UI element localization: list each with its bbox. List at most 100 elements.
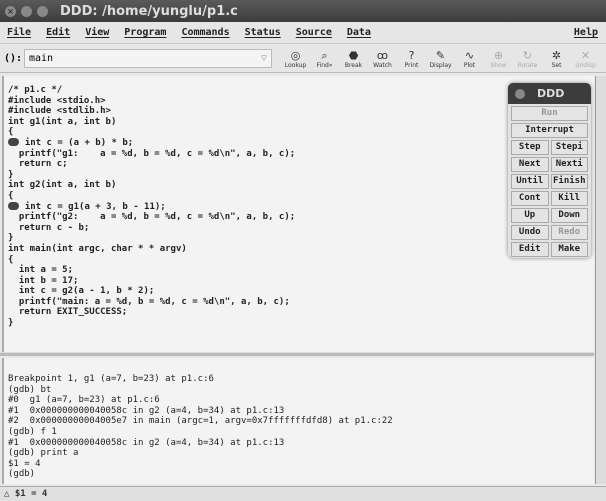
kill-button[interactable]: Kill	[550, 191, 588, 206]
menu-source[interactable]: Source	[296, 27, 332, 38]
menu-data[interactable]: Data	[347, 27, 371, 38]
console-line: (gdb) print a	[8, 448, 79, 459]
source-text: printf("g2: a = %d, b = %d, c = %d\n", a…	[8, 212, 296, 223]
button-label: Show	[490, 61, 507, 69]
source-text: }	[8, 169, 14, 180]
button-label: Undisp	[575, 61, 596, 69]
cont-button[interactable]: Cont	[511, 191, 549, 206]
gdb-console[interactable]: Breakpoint 1, g1 (a=7, b=23) at p1.c:6 (g…	[2, 358, 594, 484]
set-button[interactable]: ✲ Set	[543, 49, 570, 69]
source-text: /* p1.c */	[8, 85, 63, 95]
menu-program[interactable]: Program	[124, 27, 166, 38]
button-label: Break	[344, 61, 363, 69]
button-label: Plot	[463, 61, 476, 69]
make-button[interactable]: Make	[550, 242, 588, 257]
console-line: (gdb)	[8, 469, 41, 480]
status-bar: △ $1 = 4	[0, 486, 606, 501]
source-text: int main(int argc, char * * argv)	[8, 243, 187, 254]
source-text: return EXIT_SUCCESS;	[8, 307, 128, 318]
source-window[interactable]: /* p1.c */#include <stdio.h> #include <st…	[2, 76, 594, 352]
menu-status[interactable]: Status	[245, 27, 281, 38]
button-label: Find»	[316, 61, 333, 69]
panel-title: DDD	[537, 87, 565, 100]
argument-input[interactable]: main ▽	[24, 49, 272, 68]
stepi-button[interactable]: Stepi	[550, 140, 588, 155]
find-button[interactable]: ⌕ Find»	[311, 49, 338, 69]
menu-file[interactable]: File	[7, 27, 31, 38]
argument-value: main	[29, 53, 54, 64]
source-text: {	[8, 190, 14, 201]
menu-commands[interactable]: Commands	[181, 27, 229, 38]
menu-view[interactable]: View	[85, 27, 109, 38]
source-text: printf("g1: a = %d, b = %d, c = %d\n", a…	[8, 148, 296, 159]
edit-button[interactable]: Edit	[511, 242, 549, 257]
source-line: }	[8, 170, 594, 181]
source-line: {	[8, 127, 594, 138]
display-icon: ✎	[435, 48, 446, 62]
source-line: }	[8, 318, 594, 329]
button-label: Display	[429, 61, 452, 69]
source-line: return c;	[8, 159, 594, 170]
undisp-button[interactable]: ✕ Undisp	[572, 49, 599, 69]
break-button[interactable]: ⬣ Break	[340, 49, 367, 69]
finish-button[interactable]: Finish	[550, 174, 588, 189]
maximize-window-button[interactable]	[37, 5, 48, 17]
console-line: Breakpoint 1, g1 (a=7, b=23) at p1.c:6	[8, 374, 214, 384]
source-text: }	[8, 233, 14, 244]
source-line: int a = 5;	[8, 265, 594, 276]
source-text: int c = (a + b) * b;	[14, 137, 134, 148]
menu-help[interactable]: Help	[574, 27, 598, 38]
source-line: }	[8, 233, 594, 244]
step-button[interactable]: Step	[511, 140, 549, 155]
source-line: int g2(int a, int b)	[8, 180, 594, 191]
watch-button[interactable]: ꝏ Watch	[369, 49, 396, 69]
panel-header: DDD	[508, 83, 591, 104]
source-line: {	[8, 255, 594, 266]
source-line: int g1(int a, int b)	[8, 117, 594, 128]
menu-edit[interactable]: Edit	[46, 27, 70, 38]
command-tool-panel: DDD Run Interrupt Step Stepi Next Nexti Until F…	[508, 83, 591, 258]
close-window-button[interactable]: ×	[5, 5, 16, 17]
source-line: int main(int argc, char * * argv)	[8, 244, 594, 255]
set-icon: ✲	[551, 48, 562, 62]
find-icon: ⌕	[321, 48, 328, 62]
console-line: $1 = 4	[8, 458, 41, 469]
plot-button[interactable]: ∿ Plot	[456, 49, 483, 69]
undo-button[interactable]: Undo	[511, 225, 549, 240]
button-label: Print	[404, 61, 419, 69]
show-button[interactable]: ⊕ Show	[485, 49, 512, 69]
next-button[interactable]: Next	[511, 157, 549, 172]
pane-divider[interactable]	[0, 352, 594, 356]
down-button[interactable]: Down	[550, 208, 588, 223]
source-line: int b = 17;	[8, 276, 594, 287]
window-title: DDD: /home/yunglu/p1.c	[60, 3, 238, 19]
console-line: (gdb) f 1	[8, 426, 57, 437]
source-text: int c = g1(a + 3, b - 11);	[14, 201, 166, 212]
source-text: #include <stdio.h>	[8, 95, 106, 106]
minimize-window-button[interactable]	[21, 5, 32, 17]
source-line: return c - b;	[8, 223, 594, 234]
print-button[interactable]: ? Print	[398, 49, 425, 69]
source-line: printf("g2: a = %d, b = %d, c = %d\n", a…	[8, 212, 594, 223]
console-line: #1 0x000000000040058c in g2 (a=4, b=34) …	[8, 437, 285, 448]
chevron-down-icon[interactable]: ▽	[261, 53, 267, 64]
run-button[interactable]: Run	[511, 106, 588, 121]
print-icon: ?	[408, 48, 415, 62]
source-line: printf("main: a = %d, b = %d, c = %d\n",…	[8, 297, 594, 308]
button-label: Lookup	[284, 61, 307, 69]
vertical-scrollbar[interactable]	[595, 76, 606, 484]
rotate-button[interactable]: ↻ Rotate	[514, 49, 541, 69]
display-button[interactable]: ✎ Display	[427, 49, 454, 69]
redo-button[interactable]: Redo	[550, 225, 588, 240]
console-line: (gdb) bt	[8, 384, 52, 395]
watch-icon: ꝏ	[376, 48, 389, 62]
lookup-button[interactable]: ◎ Lookup	[282, 49, 309, 69]
nexti-button[interactable]: Nexti	[550, 157, 588, 172]
up-button[interactable]: Up	[511, 208, 549, 223]
close-icon[interactable]	[515, 88, 525, 99]
stop-icon: ⬣	[348, 48, 359, 62]
interrupt-button[interactable]: Interrupt	[511, 123, 588, 138]
lookup-icon: ◎	[290, 48, 301, 62]
until-button[interactable]: Until	[511, 174, 549, 189]
source-text: int g1(int a, int b)	[8, 116, 117, 127]
